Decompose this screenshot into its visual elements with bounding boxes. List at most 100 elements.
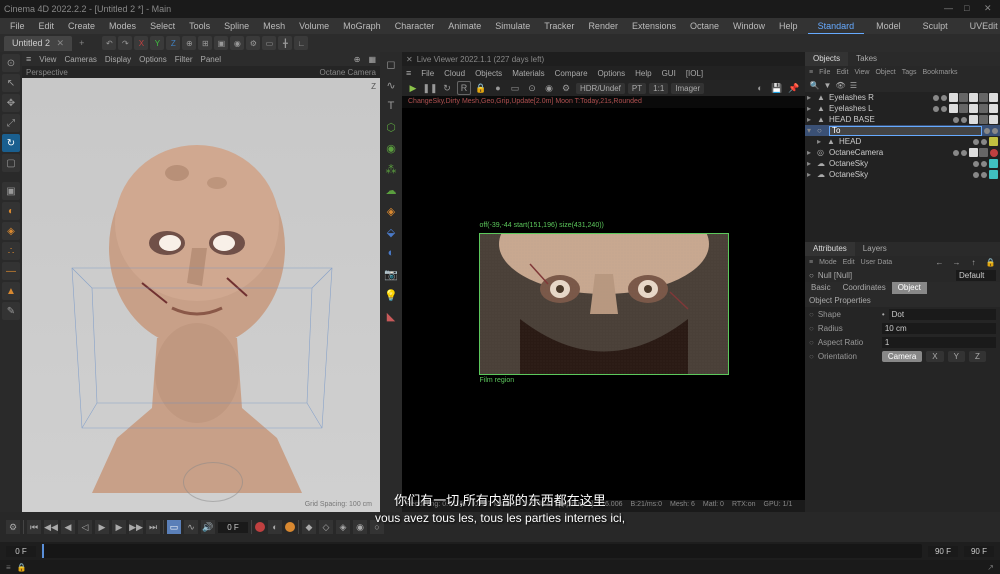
attr-fwd-icon[interactable]: → xyxy=(951,257,962,268)
point-mode[interactable]: ∴ xyxy=(2,242,20,260)
oc-menu-gui[interactable]: GUI xyxy=(662,69,676,78)
tag-icon[interactable] xyxy=(969,93,978,102)
tl-rot-key[interactable]: ◈ xyxy=(336,520,350,534)
obj-menu-tags[interactable]: Tags xyxy=(902,69,917,76)
vp-options-icon[interactable]: ≡ xyxy=(26,54,31,64)
tab-close-icon[interactable]: ✕ xyxy=(57,38,65,48)
tree-toggle[interactable]: ▸ xyxy=(807,148,815,157)
tag-icon[interactable] xyxy=(969,115,978,124)
visibility-dot[interactable] xyxy=(973,139,979,145)
object-label[interactable]: HEAD xyxy=(839,137,971,146)
attr-tab-basic[interactable]: Basic xyxy=(805,282,837,294)
active-camera-icon[interactable] xyxy=(990,149,998,157)
visibility-dot[interactable] xyxy=(933,95,939,101)
cursor-tool[interactable]: ↖ xyxy=(2,74,20,92)
tree-row-4[interactable]: ▸▲HEAD xyxy=(805,136,1000,147)
tl-linear-icon[interactable]: ∿ xyxy=(184,520,198,534)
vp-layout-icon[interactable]: ▦ xyxy=(368,55,376,64)
menu-modes[interactable]: Modes xyxy=(103,19,142,33)
oc-settings-button[interactable]: ⚙ xyxy=(559,81,573,95)
render-dot[interactable] xyxy=(941,106,947,112)
tag-icon[interactable] xyxy=(959,93,968,102)
attr-btn-x[interactable]: X xyxy=(926,351,943,362)
tl-frame-display[interactable]: 0 F xyxy=(218,522,248,533)
document-tab[interactable]: Untitled 2 ✕ xyxy=(4,36,72,51)
obj-filter-icon[interactable]: ▼ xyxy=(822,80,833,91)
object-label[interactable]: Eyelashes R xyxy=(829,93,931,102)
tl-play[interactable]: ▶ xyxy=(95,520,109,534)
rotate-tool[interactable]: ↻ xyxy=(2,134,20,152)
render-dot[interactable] xyxy=(941,95,947,101)
attr-menu-userdata[interactable]: User Data xyxy=(861,259,893,266)
tl-selection-icon[interactable]: ▭ xyxy=(167,520,181,534)
attr-back-icon[interactable]: ← xyxy=(934,257,945,268)
attr-up-icon[interactable]: ↑ xyxy=(968,257,979,268)
minimize-button[interactable]: — xyxy=(944,3,956,15)
octane-render-view[interactable]: off(-39,-44 start(151,196) size(431,240)… xyxy=(402,108,805,500)
menu-create[interactable]: Create xyxy=(62,19,101,33)
menu-octane[interactable]: Octane xyxy=(684,19,725,33)
playhead[interactable] xyxy=(42,544,44,558)
tree-toggle[interactable]: ▸ xyxy=(817,137,825,146)
angle-button[interactable]: ∟ xyxy=(294,36,308,50)
oc-imager-dropdown[interactable]: Imager xyxy=(671,83,704,94)
tl-curr-frame[interactable]: 90 F xyxy=(928,546,958,557)
oc-stop-button[interactable]: R xyxy=(457,81,471,95)
viewport-3d[interactable]: Z xyxy=(22,78,380,512)
axis-z-button[interactable]: Z xyxy=(166,36,180,50)
layout-standard[interactable]: Standard xyxy=(808,19,865,34)
menu-tracker[interactable]: Tracker xyxy=(538,19,580,33)
object-label[interactable]: OctaneSky xyxy=(829,159,971,168)
oc-hdr-dropdown[interactable]: HDR/Undef xyxy=(576,83,625,94)
tag-icon[interactable] xyxy=(989,115,998,124)
menu-character[interactable]: Character xyxy=(389,19,441,33)
tl-prev-frame[interactable]: ◀ xyxy=(61,520,75,534)
oc-save-button[interactable]: 💾 xyxy=(770,81,784,95)
attr-menu-mode[interactable]: Mode xyxy=(819,259,837,266)
tree-toggle[interactable]: ▸ xyxy=(807,115,815,124)
snap-button[interactable]: ⊞ xyxy=(198,36,212,50)
menu-animate[interactable]: Animate xyxy=(442,19,487,33)
timeline-ruler[interactable] xyxy=(42,544,922,558)
oc-options-icon[interactable]: ≡ xyxy=(406,68,411,78)
oc-menu-compare[interactable]: Compare xyxy=(555,69,588,78)
text-icon[interactable]: T xyxy=(382,97,400,115)
tag-icon[interactable] xyxy=(969,148,978,157)
menu-volume[interactable]: Volume xyxy=(293,19,335,33)
object-label[interactable]: HEAD BASE xyxy=(829,115,951,124)
live-select-tool[interactable]: ⊙ xyxy=(2,54,20,72)
layers-tab[interactable]: Layers xyxy=(855,242,895,256)
object-rename-input[interactable] xyxy=(829,126,982,136)
obj-options-icon[interactable]: ≡ xyxy=(809,69,813,76)
obj-flat-icon[interactable]: ☰ xyxy=(848,80,859,91)
tree-toggle[interactable]: ▸ xyxy=(807,170,815,179)
tl-end-frame[interactable]: 90 F xyxy=(964,546,994,557)
undo-button[interactable]: ↶ xyxy=(102,36,116,50)
oc-kernel-dropdown[interactable]: PT xyxy=(628,83,646,94)
deformer-icon[interactable]: ⬙ xyxy=(382,223,400,241)
grid-button[interactable]: ╋ xyxy=(278,36,292,50)
render-dot[interactable] xyxy=(981,172,987,178)
tree-row-2[interactable]: ▸▲HEAD BASE xyxy=(805,114,1000,125)
menu-help[interactable]: Help xyxy=(773,19,804,33)
tree-row-0[interactable]: ▸▲Eyelashes R xyxy=(805,92,1000,103)
obj-menu-view[interactable]: View xyxy=(854,69,869,76)
tl-prev-key[interactable]: ◀◀ xyxy=(44,520,58,534)
object-label[interactable]: Eyelashes L xyxy=(829,104,931,113)
world-axis-button[interactable]: ⊕ xyxy=(182,36,196,50)
camera-icon[interactable]: 📷 xyxy=(382,265,400,283)
oc-region-button[interactable]: ▭ xyxy=(508,81,522,95)
field-icon[interactable]: ◈ xyxy=(382,202,400,220)
tree-row-5[interactable]: ▸◎OctaneCamera xyxy=(805,147,1000,158)
oc-menu-file[interactable]: File xyxy=(421,69,434,78)
axis-x-button[interactable]: X xyxy=(134,36,148,50)
render-region[interactable]: off(-39,-44 start(151,196) size(431,240)… xyxy=(479,233,729,375)
tl-param-key[interactable]: ◉ xyxy=(353,520,367,534)
attr-tab-object[interactable]: Object xyxy=(892,282,927,294)
attr-btn-z[interactable]: Z xyxy=(969,351,986,362)
vp-menu-options[interactable]: Options xyxy=(139,55,167,64)
misc-tool[interactable]: ▢ xyxy=(2,154,20,172)
visibility-dot[interactable] xyxy=(973,161,979,167)
generator-icon[interactable]: ⬡ xyxy=(382,118,400,136)
oc-focus-button[interactable]: ⊙ xyxy=(525,81,539,95)
